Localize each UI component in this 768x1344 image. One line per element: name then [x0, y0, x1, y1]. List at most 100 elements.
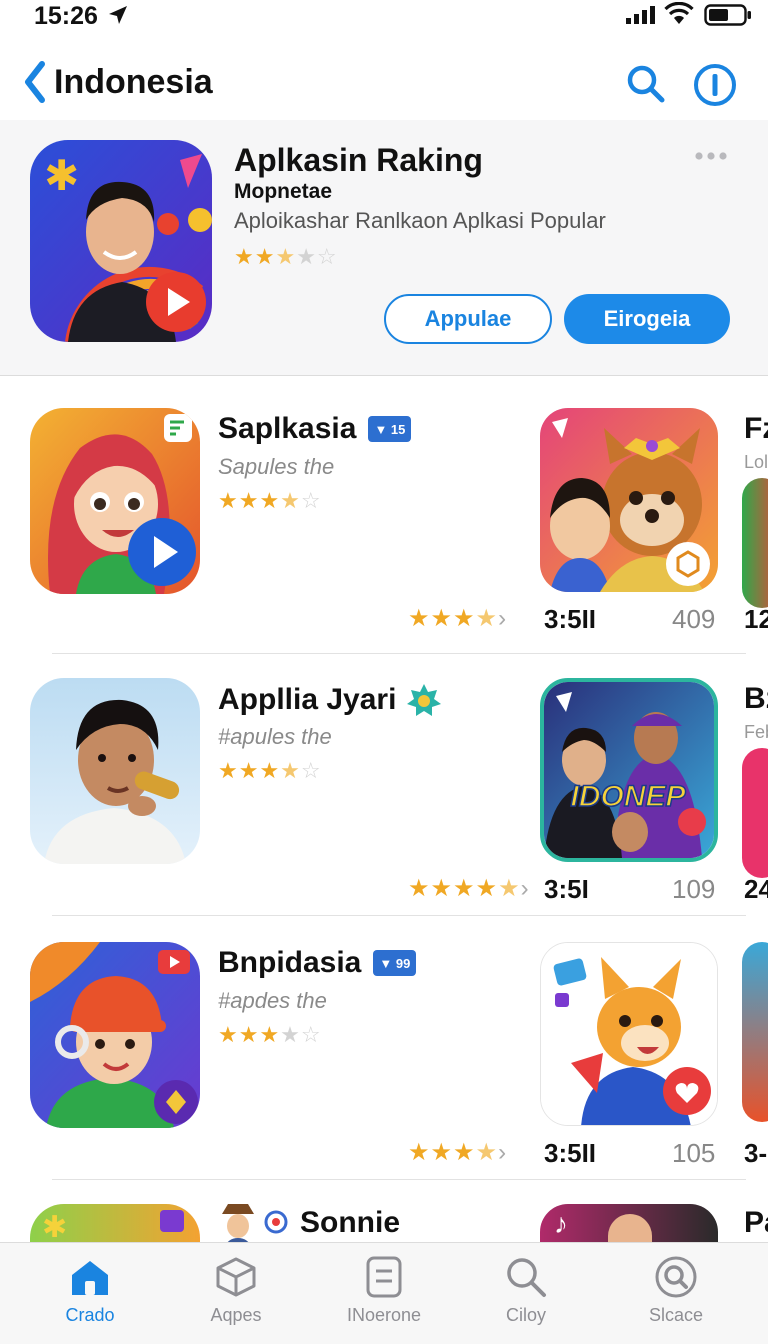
- star-icon: ★★: [234, 244, 276, 269]
- badge-count: 99: [395, 955, 411, 971]
- app-icon[interactable]: [30, 678, 200, 864]
- badge-circle-icon: [264, 1210, 288, 1234]
- rating-count: 109: [672, 874, 716, 904]
- rating-value: 3:5I: [544, 874, 589, 904]
- next-item-icon[interactable]: [742, 748, 768, 878]
- avatar-icon: [222, 1204, 254, 1248]
- rating-count: 105: [672, 1138, 716, 1168]
- status-time: 15:26: [34, 2, 98, 30]
- page-title: Indonesia: [54, 62, 213, 101]
- list-item[interactable]: Bnpidasia ▼ 99 #apdes the ★★★★☆ ★★★★› 3:…: [0, 942, 768, 1204]
- star-icon: ★★★: [408, 605, 476, 632]
- tab-label: Slcace: [648, 1305, 704, 1325]
- featured-app-description: Aploikashar Ranlkaon Aplkasi Popular: [234, 208, 606, 233]
- star-empty-icon: ☆: [300, 488, 322, 513]
- half-star-icon: ★: [498, 875, 521, 902]
- half-star-icon: ★: [275, 244, 297, 269]
- rating-count: 409: [672, 604, 716, 634]
- more-options-icon[interactable]: [694, 150, 728, 162]
- next-item-subtitle: Feb: [744, 722, 768, 742]
- divider: [52, 1179, 746, 1180]
- divider: [52, 915, 746, 916]
- list-item[interactable]: Saplkasia ▼ 15 Sapules the ★★★★☆ ★★★★› 3…: [0, 408, 768, 670]
- half-star-icon: ★: [475, 605, 499, 632]
- back-button[interactable]: Indonesia: [20, 58, 213, 106]
- search-icon[interactable]: [624, 62, 668, 106]
- rating-stars-detail: ★★★★›: [408, 1138, 507, 1167]
- wifi-icon: [664, 2, 694, 24]
- artwork-text: IDONEP: [570, 780, 686, 813]
- app-artwork[interactable]: [540, 942, 718, 1126]
- chevron-right-icon: ›: [498, 605, 508, 632]
- cellular-signal-icon: [626, 6, 655, 24]
- featured-app-icon[interactable]: ✱: [30, 140, 212, 342]
- app-subtitle: #apules the: [218, 724, 332, 749]
- next-item-subtitle: Lol: [744, 452, 768, 472]
- location-arrow-icon: [109, 6, 127, 24]
- rating-stars-detail: ★★★★›: [408, 604, 507, 633]
- featured-app-title: Aplkasin Raking: [234, 142, 483, 178]
- search-icon: [507, 1258, 546, 1297]
- battery-icon: [704, 4, 751, 26]
- app-badge: ▼ 15: [368, 416, 412, 442]
- app-star-rating: ★★★★☆: [218, 488, 322, 514]
- status-bar: 15:26: [0, 0, 768, 40]
- tab-space[interactable]: Slcace: [616, 1255, 736, 1326]
- app-icon[interactable]: [30, 408, 200, 594]
- tab-label: Ciloy: [505, 1305, 546, 1325]
- rating-stars-detail: ★★★★★›: [408, 874, 530, 903]
- tab-search[interactable]: Ciloy: [466, 1255, 586, 1326]
- verified-star-icon: [407, 684, 442, 716]
- tab-label: INoerone: [346, 1305, 422, 1325]
- app-artwork[interactable]: IDONEP: [540, 678, 718, 862]
- star-icon: ★★★: [218, 758, 281, 783]
- featured-app-subtitle: Mopnetae: [234, 180, 333, 203]
- app-artwork[interactable]: [540, 408, 718, 592]
- divider: [52, 653, 746, 654]
- next-item-icon[interactable]: [742, 478, 768, 608]
- next-item-title: Fz: [744, 412, 768, 445]
- tab-apps[interactable]: Aqpes: [176, 1255, 296, 1326]
- half-star-icon: ★: [280, 488, 301, 513]
- info-icon[interactable]: [692, 62, 738, 108]
- next-item-title: Pa: [744, 1206, 768, 1239]
- app-icon[interactable]: [30, 942, 200, 1128]
- outline-action-button[interactable]: Appulae: [384, 294, 552, 344]
- tab-documents[interactable]: INoerone: [324, 1255, 444, 1326]
- svg-text:✱: ✱: [44, 151, 79, 200]
- app-name: Bnpidasia: [218, 946, 362, 979]
- half-star-icon: ★: [280, 758, 301, 783]
- app-name: Saplkasia: [218, 412, 357, 445]
- chevron-left-icon: [25, 61, 45, 103]
- primary-action-button[interactable]: Eirogeia: [564, 294, 730, 344]
- featured-app-card: ✱ Aplkasin Raking Mopnetae Aploikashar R…: [0, 120, 768, 376]
- star-empty-icon: ★☆: [296, 244, 338, 269]
- rating-value: 3:5II: [544, 1138, 597, 1168]
- tab-label: Aqpes: [210, 1305, 262, 1325]
- star-icon: ★★★★: [408, 875, 499, 902]
- star-icon: ★★★: [218, 1022, 281, 1047]
- search-circle-icon: [655, 1256, 697, 1298]
- next-item-icon[interactable]: [742, 942, 768, 1122]
- star-icon: ★★★: [218, 488, 281, 513]
- list-item[interactable]: Appllia Jyari #apules the ★★★★☆ ★★★★★› 3…: [0, 678, 768, 940]
- star-empty-icon: ★☆: [280, 1022, 322, 1047]
- tab-bar: Crado Aqpes INoerone Ciloy Slcace: [0, 1242, 768, 1344]
- document-icon: [366, 1256, 402, 1298]
- sparkle-icon: ✱: [42, 1211, 68, 1244]
- chevron-right-icon: ›: [520, 875, 530, 902]
- next-item-count: 24: [744, 874, 768, 904]
- app-badge: ▼ 99: [373, 950, 417, 976]
- chevron-right-icon: ›: [498, 1139, 508, 1166]
- tab-label: Crado: [65, 1305, 115, 1325]
- app-name: Appllia Jyari: [218, 683, 397, 716]
- app-subtitle: Sapules the: [218, 454, 335, 479]
- next-item-title: Bz: [744, 682, 768, 715]
- tab-home[interactable]: Crado: [30, 1255, 150, 1326]
- app-star-rating: ★★★★☆: [218, 758, 322, 784]
- cube-icon: [216, 1257, 256, 1297]
- star-icon: ★★★: [408, 1139, 476, 1166]
- rating-value: 3:5II: [544, 604, 597, 634]
- featured-star-rating: ★★★★☆: [234, 244, 338, 270]
- app-star-rating: ★★★★☆: [218, 1022, 322, 1048]
